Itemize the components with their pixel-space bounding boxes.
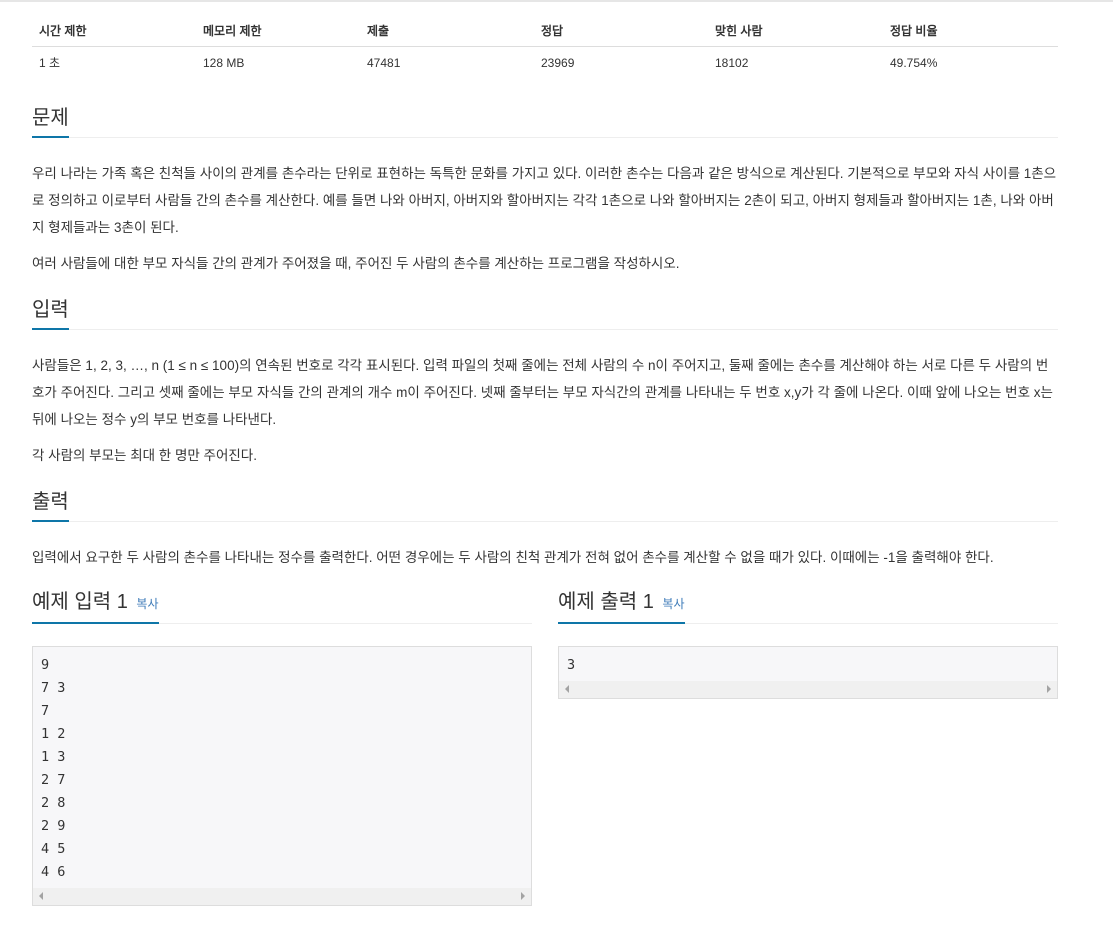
sample-input-heading: 예제 입력 1 복사 [32,587,159,624]
samples-section: 예제 입력 1 복사 9 7 3 7 1 2 1 3 2 7 2 8 2 9 4… [32,589,1058,929]
output-headline: 출력 [32,487,1058,522]
output-section: 출력 입력에서 요구한 두 사람의 촌수를 나타내는 정수를 출력한다. 어떤 … [32,487,1058,571]
input-section: 입력 사람들은 1, 2, 3, …, n (1 ≤ n ≤ 100)의 연속된… [32,295,1058,469]
input-paragraph: 각 사람의 부모는 최대 한 명만 주어진다. [32,448,257,463]
scroll-left-icon[interactable] [39,892,43,900]
problem-paragraph: 우리 나라는 가족 혹은 친척들 사이의 관계를 촌수라는 단위로 표현하는 독… [32,166,1057,235]
accepted-header: 정답 [534,14,708,47]
problem-headline: 문제 [32,103,1058,138]
scroll-right-icon[interactable] [521,892,525,900]
time-limit-value: 1 초 [39,56,61,70]
accept-ratio-header: 정답 비율 [883,14,1058,47]
sample-input-box[interactable]: 9 7 3 7 1 2 1 3 2 7 2 8 2 9 4 5 4 6 [32,646,532,906]
problem-page: 시간 제한 메모리 제한 제출 정답 맞힌 사람 정답 비율 1 초 128 M… [0,0,1113,937]
sample-output-headline: 예제 출력 1 복사 [558,589,1058,624]
submissions-header: 제출 [360,14,534,47]
sample-output-column: 예제 출력 1 복사 3 [558,589,1058,699]
submissions-value: 47481 [367,55,401,70]
copy-sample-output-button[interactable]: 복사 [662,597,684,611]
sample-output-heading: 예제 출력 1 복사 [558,587,685,624]
input-paragraph: 사람들은 1, 2, 3, …, n (1 ≤ n ≤ 100)의 연속된 번호… [32,358,1053,427]
problem-paragraph: 여러 사람들에 대한 부모 자식들 간의 관계가 주어졌을 때, 주어진 두 사… [32,256,680,271]
sample-input-content: 9 7 3 7 1 2 1 3 2 7 2 8 2 9 4 5 4 6 [41,657,66,880]
copy-sample-input-button[interactable]: 복사 [136,597,158,611]
solved-users-header: 맞힌 사람 [708,14,883,47]
input-title: 입력 [32,295,69,330]
output-paragraph: 입력에서 요구한 두 사람의 촌수를 나타내는 정수를 출력한다. 어떤 경우에… [32,550,994,565]
sample-output-title: 예제 출력 1 [558,591,654,613]
input-headline: 입력 [32,295,1058,330]
sample-input-headline: 예제 입력 1 복사 [32,589,532,624]
sample-output-box[interactable]: 3 [558,646,1058,699]
info-value-row: 1 초 128 MB 47481 23969 18102 49.754% [32,47,1058,79]
output-title: 출력 [32,487,69,522]
sample-input-column: 예제 입력 1 복사 9 7 3 7 1 2 1 3 2 7 2 8 2 9 4… [32,589,532,906]
accept-ratio-value: 49.754% [890,55,938,70]
scroll-left-icon[interactable] [565,685,569,693]
problem-container: 시간 제한 메모리 제한 제출 정답 맞힌 사람 정답 비율 1 초 128 M… [32,14,1058,929]
problem-title: 문제 [32,103,69,138]
sample-input-scrollbar[interactable] [33,888,531,905]
info-header-row: 시간 제한 메모리 제한 제출 정답 맞힌 사람 정답 비율 [32,14,1058,47]
problem-info-table: 시간 제한 메모리 제한 제출 정답 맞힌 사람 정답 비율 1 초 128 M… [32,14,1058,78]
top-divider [0,0,1113,2]
accepted-value: 23969 [541,55,575,70]
sample-input-title: 예제 입력 1 [32,591,128,613]
problem-description-section: 문제 우리 나라는 가족 혹은 친척들 사이의 관계를 촌수라는 단위로 표현하… [32,103,1058,277]
scroll-right-icon[interactable] [1047,685,1051,693]
memory-limit-value: 128 MB [203,55,245,70]
sample-output-content: 3 [567,657,576,673]
solved-users-value: 18102 [715,55,749,70]
memory-limit-header: 메모리 제한 [196,14,360,47]
sample-output-scrollbar[interactable] [559,681,1057,698]
time-limit-header: 시간 제한 [32,14,196,47]
